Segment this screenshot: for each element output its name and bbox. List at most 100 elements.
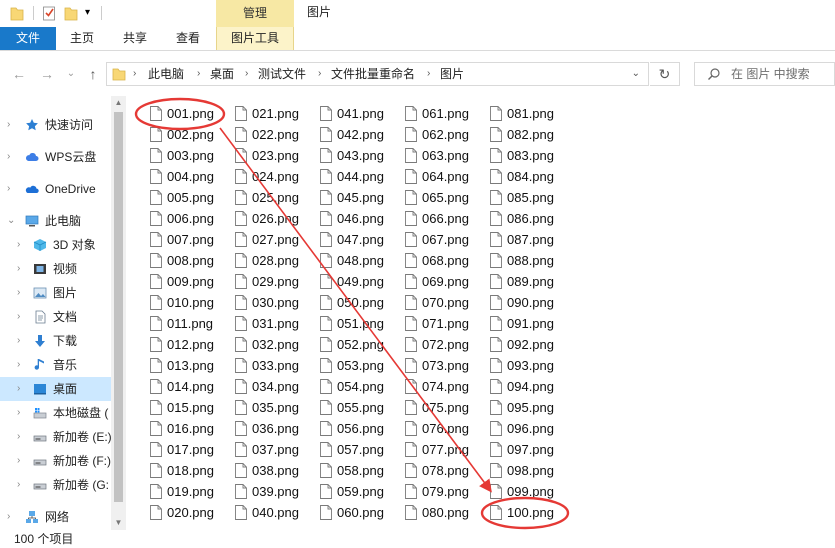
file-name: 010.png: [167, 295, 214, 310]
expand-chevron-icon[interactable]: ›: [17, 473, 20, 497]
address-bar[interactable]: › 此电脑 › 桌面 › 测试文件 › 文件批量重命名 › 图片 ⌄: [106, 62, 649, 86]
sidebar-item-downloads[interactable]: › 下载: [0, 329, 111, 353]
tab-manage[interactable]: 管理: [216, 0, 294, 27]
pictures-icon: [33, 287, 47, 299]
file-icon: [150, 421, 162, 436]
breadcrumb-desktop[interactable]: 桌面: [210, 63, 234, 85]
expand-chevron-icon[interactable]: ›: [7, 505, 10, 529]
tab-share[interactable]: 共享: [112, 27, 158, 50]
file-icon: [150, 169, 162, 184]
navigation-pane: › 快速访问 › WPS云盘 › OneDrive ⌄ 此电脑 › 3D 对象 …: [0, 96, 111, 530]
sidebar-item-3d-objects[interactable]: › 3D 对象: [0, 233, 111, 257]
breadcrumb-chevron-icon[interactable]: ›: [318, 63, 321, 85]
expand-chevron-icon[interactable]: ›: [7, 113, 10, 137]
sidebar-item-desktop[interactable]: › 桌面: [0, 377, 111, 401]
expand-chevron-icon[interactable]: ›: [17, 305, 20, 329]
expand-chevron-icon[interactable]: ›: [17, 377, 20, 401]
sidebar-item-this-pc[interactable]: ⌄ 此电脑: [0, 209, 111, 233]
scrollbar-thumb[interactable]: [114, 112, 123, 502]
file-name: 079.png: [422, 484, 469, 499]
file-name: 085.png: [507, 190, 554, 205]
sidebar-item-quick-access[interactable]: › 快速访问: [0, 113, 111, 137]
search-box[interactable]: [694, 62, 835, 86]
tab-picture-tools[interactable]: 图片工具: [216, 27, 294, 50]
sidebar-item-volume-e[interactable]: › 新加卷 (E:): [0, 425, 111, 449]
file-name: 041.png: [337, 106, 384, 121]
file-icon: [235, 232, 247, 247]
file-name: 017.png: [167, 442, 214, 457]
back-arrow-icon[interactable]: ←: [10, 64, 28, 84]
sidebar-item-local-disk[interactable]: › 本地磁盘 (: [0, 401, 111, 425]
file-icon: [490, 253, 502, 268]
up-arrow-icon[interactable]: ↑: [84, 64, 102, 84]
breadcrumb-test-files[interactable]: 测试文件: [258, 63, 306, 85]
sidebar-item-label: 新加卷 (E:): [53, 430, 111, 444]
customize-toolbar-chevron-icon[interactable]: ▾: [85, 4, 95, 22]
sidebar-item-network[interactable]: › 网络: [0, 505, 111, 529]
expand-chevron-icon[interactable]: ›: [17, 353, 20, 377]
cube-icon: [33, 239, 47, 251]
file-name: 021.png: [252, 106, 299, 121]
file-icon: [235, 106, 247, 121]
scroll-up-arrow-icon[interactable]: ▲: [111, 96, 126, 110]
file-name: 014.png: [167, 379, 214, 394]
expand-chevron-icon[interactable]: ›: [17, 401, 20, 425]
file-icon: [490, 295, 502, 310]
sidebar-item-music[interactable]: › 音乐: [0, 353, 111, 377]
expand-chevron-icon[interactable]: ›: [17, 257, 20, 281]
breadcrumb-chevron-icon[interactable]: ›: [245, 63, 248, 85]
file-name: 008.png: [167, 253, 214, 268]
file-icon: [235, 148, 247, 163]
recent-locations-chevron-icon[interactable]: ⌄: [64, 64, 78, 84]
file-icon: [405, 295, 417, 310]
sidebar-item-volume-g[interactable]: › 新加卷 (G:: [0, 473, 111, 497]
properties-icon[interactable]: [42, 4, 56, 22]
breadcrumb-batch-rename[interactable]: 文件批量重命名: [331, 63, 415, 85]
collapse-chevron-icon[interactable]: ⌄: [7, 209, 15, 233]
file-name: 020.png: [167, 505, 214, 520]
expand-chevron-icon[interactable]: ›: [17, 425, 20, 449]
file-icon: [405, 421, 417, 436]
music-icon: [34, 359, 44, 370]
forward-arrow-icon[interactable]: →: [38, 64, 56, 84]
refresh-button[interactable]: ↻: [650, 62, 680, 86]
expand-chevron-icon[interactable]: ›: [7, 145, 10, 169]
ribbon-tabs: 文件 主页 共享 查看 图片工具: [0, 27, 835, 51]
tab-file[interactable]: 文件: [0, 27, 56, 50]
file-icon: [150, 127, 162, 142]
file-name: 084.png: [507, 169, 554, 184]
sidebar-scrollbar[interactable]: ▲ ▼: [111, 96, 126, 530]
file-icon: [235, 274, 247, 289]
item-count: 100 个项目: [14, 532, 74, 546]
breadcrumb-chevron-icon[interactable]: ›: [427, 63, 430, 85]
file-icon: [405, 484, 417, 499]
file-name: 033.png: [252, 358, 299, 373]
breadcrumb-pictures[interactable]: 图片: [440, 63, 464, 85]
tab-home[interactable]: 主页: [58, 27, 106, 50]
sidebar-item-volume-f[interactable]: › 新加卷 (F:): [0, 449, 111, 473]
expand-chevron-icon[interactable]: ›: [17, 281, 20, 305]
tab-view[interactable]: 查看: [164, 27, 212, 50]
file-icon: [405, 106, 417, 121]
sidebar-item-videos[interactable]: › 视频: [0, 257, 111, 281]
expand-chevron-icon[interactable]: ›: [7, 177, 10, 201]
expand-chevron-icon[interactable]: ›: [17, 329, 20, 353]
sidebar-item-documents[interactable]: › 文档: [0, 305, 111, 329]
sidebar-item-wps-cloud[interactable]: › WPS云盘: [0, 145, 111, 169]
file-icon: [490, 505, 502, 520]
address-history-chevron-icon[interactable]: ⌄: [632, 63, 640, 85]
expand-chevron-icon[interactable]: ›: [17, 233, 20, 257]
new-folder-icon[interactable]: [64, 4, 78, 22]
breadcrumb-chevron-icon[interactable]: ›: [197, 63, 200, 85]
breadcrumb-chevron-icon[interactable]: ›: [133, 63, 136, 85]
file-icon: [405, 274, 417, 289]
sidebar-item-pictures[interactable]: › 图片: [0, 281, 111, 305]
search-input[interactable]: [731, 63, 831, 85]
folder-icon[interactable]: [10, 4, 24, 22]
file-name: 098.png: [507, 463, 554, 478]
expand-chevron-icon[interactable]: ›: [17, 449, 20, 473]
scroll-down-arrow-icon[interactable]: ▼: [111, 516, 126, 530]
sidebar-item-onedrive[interactable]: › OneDrive: [0, 177, 111, 201]
file-name: 028.png: [252, 253, 299, 268]
breadcrumb-this-pc[interactable]: 此电脑: [148, 63, 184, 85]
